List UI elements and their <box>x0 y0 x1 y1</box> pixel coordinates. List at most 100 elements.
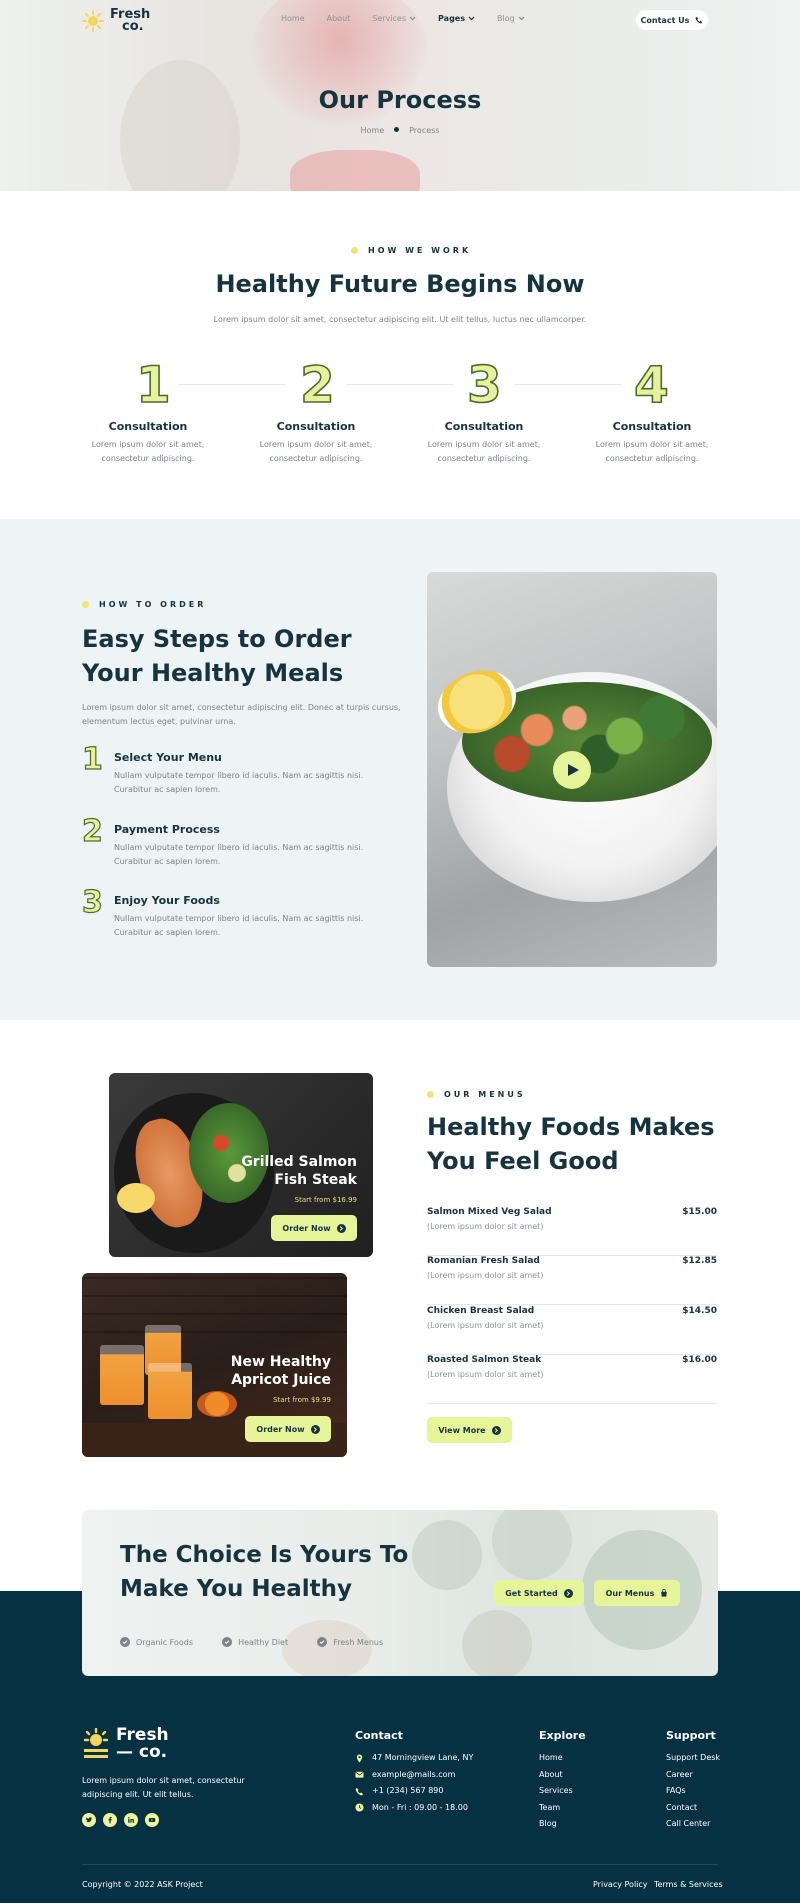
how-to-order-eyebrow: HOW TO ORDER <box>82 600 206 609</box>
menu-item-name: Roasted Salmon Steak <box>427 1355 542 1365</box>
nav-services-label: Services <box>372 14 407 23</box>
header-logo[interactable]: Fresh co. <box>82 8 150 33</box>
footer-divider <box>82 1864 718 1865</box>
nav-home[interactable]: Home <box>281 14 305 23</box>
lead-line: Lorem ipsum dolor sit amet, consectetur … <box>82 703 401 712</box>
footer-contact-phone[interactable]: +1 (234) 567 890 <box>355 1783 473 1800</box>
menu-item-price: $14.50 <box>682 1306 717 1316</box>
facebook-button[interactable] <box>103 1813 117 1827</box>
shopping-bag-icon <box>661 1589 668 1597</box>
order-now-label: Order Now <box>282 1223 331 1233</box>
footer-contact-address: 47 Morningview Lane, NY <box>355 1750 473 1767</box>
footer-link[interactable]: Home <box>539 1750 573 1767</box>
arrow-circle-icon <box>336 1223 346 1233</box>
order-step-line: Curabitur ac sapien lorem. <box>114 785 221 794</box>
cta-checklist: Organic Foods Healthy Diet Fresh Menus <box>120 1630 407 1649</box>
cta-title: The Choice Is Yours To Make You Healthy <box>120 1538 408 1606</box>
nav-blog[interactable]: Blog <box>497 14 525 23</box>
footer-link[interactable]: FAQs <box>666 1783 720 1800</box>
footer-link[interactable]: Career <box>666 1767 720 1784</box>
card-price: Start from $16.99 <box>294 1196 357 1204</box>
main-nav: Home About Services Pages Blog <box>281 14 525 23</box>
step-description: Lorem ipsum dolor sit amet, consectetur a… <box>241 438 391 466</box>
juice-menu-card[interactable]: New Healthy Apricot Juice Start from $9.9… <box>82 1273 347 1457</box>
terms-link[interactable]: Terms & Services <box>654 1880 723 1889</box>
card-title: Grilled Salmon Fish Steak <box>241 1153 357 1189</box>
play-video-button[interactable] <box>553 751 591 789</box>
step-number: 4 <box>633 356 669 414</box>
check-item: Fresh Menus <box>317 1637 383 1647</box>
order-step-line: Nullam vulputate tempor libero id iaculi… <box>114 843 364 852</box>
step-description: Lorem ipsum dolor sit amet, consectetur a… <box>409 438 559 466</box>
footer-link[interactable]: Team <box>539 1800 573 1817</box>
view-more-label: View More <box>438 1425 486 1435</box>
eyebrow-label: HOW TO ORDER <box>99 600 207 609</box>
menu-item[interactable]: Romanian Fresh Salad $12.85 (Lorem ipsum… <box>427 1256 717 1305</box>
check-icon <box>317 1637 328 1647</box>
footer-link[interactable]: Services <box>539 1783 573 1800</box>
twitter-icon <box>85 1817 93 1823</box>
youtube-icon <box>148 1818 156 1822</box>
breadcrumb-current: Process <box>409 126 440 135</box>
get-started-label: Get Started <box>505 1588 558 1598</box>
step-connector <box>514 384 622 385</box>
breadcrumb: Home Process <box>0 126 800 135</box>
menu-item-description: (Lorem ipsum dolor sit amet) <box>427 1271 544 1280</box>
chevron-down-icon <box>468 16 475 21</box>
chevron-down-icon <box>518 16 525 21</box>
footer-link[interactable]: About <box>539 1767 573 1784</box>
menu-item[interactable]: Roasted Salmon Steak $16.00 (Lorem ipsum… <box>427 1355 717 1404</box>
cta-food-shape <box>492 1510 572 1580</box>
order-now-button[interactable]: Order Now <box>271 1215 357 1241</box>
title-line: Healthy Foods Makes <box>427 1113 715 1141</box>
apricot-shape <box>197 1391 237 1417</box>
lead-line: elementum lectus eget, pulvinar urna. <box>82 717 236 726</box>
sun-logo-icon <box>83 1728 109 1758</box>
contact-us-button[interactable]: Contact Us <box>636 10 708 30</box>
footer-link[interactable]: Support Desk <box>666 1750 720 1767</box>
order-step-title: Payment Process <box>114 823 220 836</box>
linkedin-button[interactable] <box>124 1813 138 1827</box>
breadcrumb-home[interactable]: Home <box>361 126 385 135</box>
menu-item[interactable]: Salmon Mixed Veg Salad $15.00 (Lorem ips… <box>427 1207 717 1256</box>
order-now-button[interactable]: Order Now <box>245 1416 331 1442</box>
footer-logo[interactable]: Fresh — co. <box>82 1727 169 1761</box>
footer-contact-email[interactable]: example@mails.com <box>355 1767 473 1784</box>
nav-services[interactable]: Services <box>372 14 416 23</box>
twitter-button[interactable] <box>82 1813 96 1827</box>
footer-contact-heading: Contact <box>355 1729 403 1742</box>
view-more-button[interactable]: View More <box>427 1417 512 1443</box>
order-step-number: 3 <box>81 885 103 920</box>
nav-pages[interactable]: Pages <box>438 14 475 23</box>
step-number: 3 <box>466 356 502 414</box>
breadcrumb-separator <box>394 127 400 132</box>
salmon-menu-card[interactable]: Grilled Salmon Fish Steak Start from $16.… <box>109 1073 373 1257</box>
youtube-button[interactable] <box>145 1813 159 1827</box>
order-step-description: Nullam vulputate tempor libero id iaculi… <box>114 769 363 797</box>
order-step-number: 1 <box>81 742 103 777</box>
footer-link[interactable]: Blog <box>539 1816 573 1833</box>
footer-description-line: Lorem ipsum dolor sit amet, consectetur <box>82 1776 245 1785</box>
nav-about[interactable]: About <box>327 14 351 23</box>
footer-support-list: Support Desk Career FAQs Contact Call Ce… <box>666 1750 720 1833</box>
menu-item-price: $16.00 <box>682 1355 717 1365</box>
footer-link[interactable]: Call Center <box>666 1816 720 1833</box>
check-icon <box>120 1637 130 1647</box>
privacy-policy-link[interactable]: Privacy Policy <box>593 1880 648 1889</box>
step-description-line: Lorem ipsum dolor sit amet, <box>91 440 205 449</box>
menu-item-name: Salmon Mixed Veg Salad <box>427 1207 552 1217</box>
footer-contact-email-text: example@mails.com <box>372 1769 456 1779</box>
check-label: Fresh Menus <box>333 1637 384 1647</box>
footer-logo-text: Fresh — co. <box>116 1727 169 1761</box>
menu-item-price: $15.00 <box>682 1207 717 1217</box>
footer-link[interactable]: Contact <box>666 1800 720 1817</box>
menu-item[interactable]: Chicken Breast Salad $14.50 (Lorem ipsum… <box>427 1306 717 1355</box>
order-step-description: Nullam vulputate tempor libero id iaculi… <box>114 841 363 869</box>
eyebrow-label: HOW WE WORK <box>368 246 472 255</box>
cta-banner: The Choice Is Yours To Make You Healthy … <box>82 1510 718 1676</box>
lemon-shape <box>117 1183 155 1213</box>
our-menus-button[interactable]: Our Menus <box>594 1580 680 1606</box>
get-started-button[interactable]: Get Started <box>494 1580 584 1606</box>
menu-item-name: Romanian Fresh Salad <box>427 1256 540 1266</box>
footer-explore-heading: Explore <box>539 1729 586 1742</box>
